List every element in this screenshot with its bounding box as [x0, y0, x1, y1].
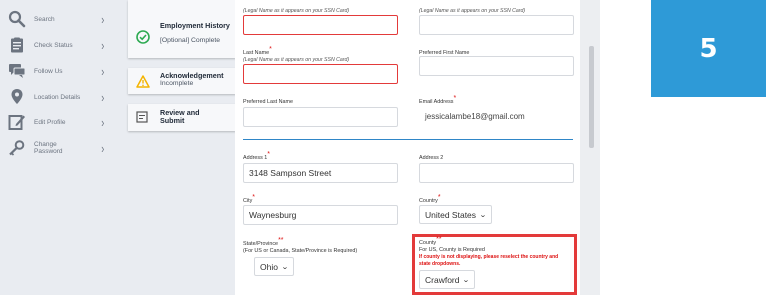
middle-name-input[interactable] [419, 15, 574, 35]
preferred-first-name-input[interactable] [419, 56, 574, 76]
legal-name-note: (Legal Name as it appears on your SSN Ca… [243, 8, 350, 14]
preferred-last-name-input[interactable] [243, 107, 398, 127]
chevron-right-icon: › [100, 89, 104, 105]
country-select[interactable]: United States ⌄ [419, 205, 492, 224]
county-label: County** [419, 236, 442, 246]
county-warning: If county is not displaying, please rese… [419, 254, 559, 260]
county-warning: state dropdowns. [419, 261, 461, 267]
chevron-right-icon: › [100, 11, 104, 27]
country-label: Country* [419, 194, 441, 204]
nav-label: Change Password [34, 141, 63, 155]
city-label: City* [243, 194, 256, 204]
review-document-icon [136, 111, 148, 123]
state-select[interactable]: Ohio ⌄ [254, 257, 294, 276]
county-select[interactable]: Crawford ⌄ [419, 270, 476, 289]
nav-label: Edit Profile [34, 118, 66, 126]
chevron-right-icon: › [100, 140, 104, 156]
state-label: State/Province** [243, 237, 284, 247]
step-title: Review and Submit [160, 108, 200, 125]
clipboard-icon [11, 37, 23, 53]
nav-label: Check Status [34, 41, 73, 49]
chevron-right-icon: › [100, 37, 104, 53]
nav-label: Search [34, 15, 55, 23]
address1-input[interactable]: 3148 Sampson Street [243, 163, 398, 183]
step-card-acknowledgement[interactable]: Acknowledgement Incomplete [128, 68, 236, 94]
nav-item-location-details[interactable]: Location Details › [8, 84, 108, 110]
preferred-last-name-label: Preferred Last Name [243, 99, 294, 105]
step-status: [Optional] Complete [160, 37, 221, 44]
chevron-down-icon: ⌄ [462, 276, 471, 284]
country-selected-value: United States [425, 209, 477, 220]
step-title: Acknowledgement [160, 71, 224, 80]
chat-icon [9, 64, 26, 78]
search-icon [8, 10, 26, 28]
chevron-down-icon: ⌄ [281, 263, 289, 271]
email-value: jessicalambe18@gmail.com [425, 112, 525, 121]
nav-label: Location Details [34, 93, 81, 101]
address2-input[interactable] [419, 163, 574, 183]
last-name-label: Last Name* [243, 46, 272, 56]
nav-item-search[interactable]: Search › [8, 6, 108, 32]
legal-first-name-input[interactable] [243, 15, 398, 35]
step-card-review-and-submit[interactable]: Review and Submit [128, 104, 236, 131]
email-label: Email Address* [419, 95, 457, 105]
warning-icon [136, 75, 150, 88]
state-note: (For US or Canada, State/Province is Req… [243, 248, 358, 254]
last-name-input[interactable] [243, 64, 398, 84]
step-card-employment-history[interactable]: Employment History [Optional] Complete [128, 0, 236, 58]
address1-label: Address 1* [243, 151, 271, 161]
step-status: Incomplete [160, 80, 194, 87]
chevron-down-icon: ⌄ [479, 211, 487, 219]
address2-label: Address 2 [419, 155, 444, 161]
chevron-right-icon: › [100, 114, 104, 130]
location-pin-icon [11, 89, 23, 104]
city-input[interactable]: Waynesburg [243, 205, 398, 225]
state-selected-value: Ohio [260, 261, 278, 272]
nav-item-edit-profile[interactable]: Edit Profile › [8, 109, 108, 135]
step-title: Employment History [160, 21, 230, 30]
left-nav: Search › Check Status › Follow Us › Loca… [0, 0, 110, 295]
check-circle-icon [136, 30, 150, 44]
last-name-note: (Legal Name as it appears on your SSN Ca… [243, 57, 350, 63]
form-panel: (Legal Name as it appears on your SSN Ca… [235, 0, 580, 295]
county-note: For US, County is Required [419, 247, 485, 253]
nav-item-check-status[interactable]: Check Status › [8, 32, 108, 58]
section-divider [243, 139, 573, 140]
step-number-badge: 5 [651, 0, 766, 97]
chevron-right-icon: › [100, 63, 104, 79]
county-selected-value: Crawford [425, 274, 460, 285]
scrollbar-thumb[interactable] [589, 46, 594, 148]
edit-icon [8, 115, 25, 130]
steps-column: Employment History [Optional] Complete A… [110, 0, 236, 295]
nav-item-follow-us[interactable]: Follow Us › [8, 58, 108, 84]
nav-item-change-password[interactable]: Change Password › [8, 135, 108, 161]
key-icon [9, 140, 25, 156]
legal-name-note: (Legal Name as it appears on your SSN Ca… [419, 8, 526, 14]
nav-label: Follow Us [34, 67, 63, 75]
